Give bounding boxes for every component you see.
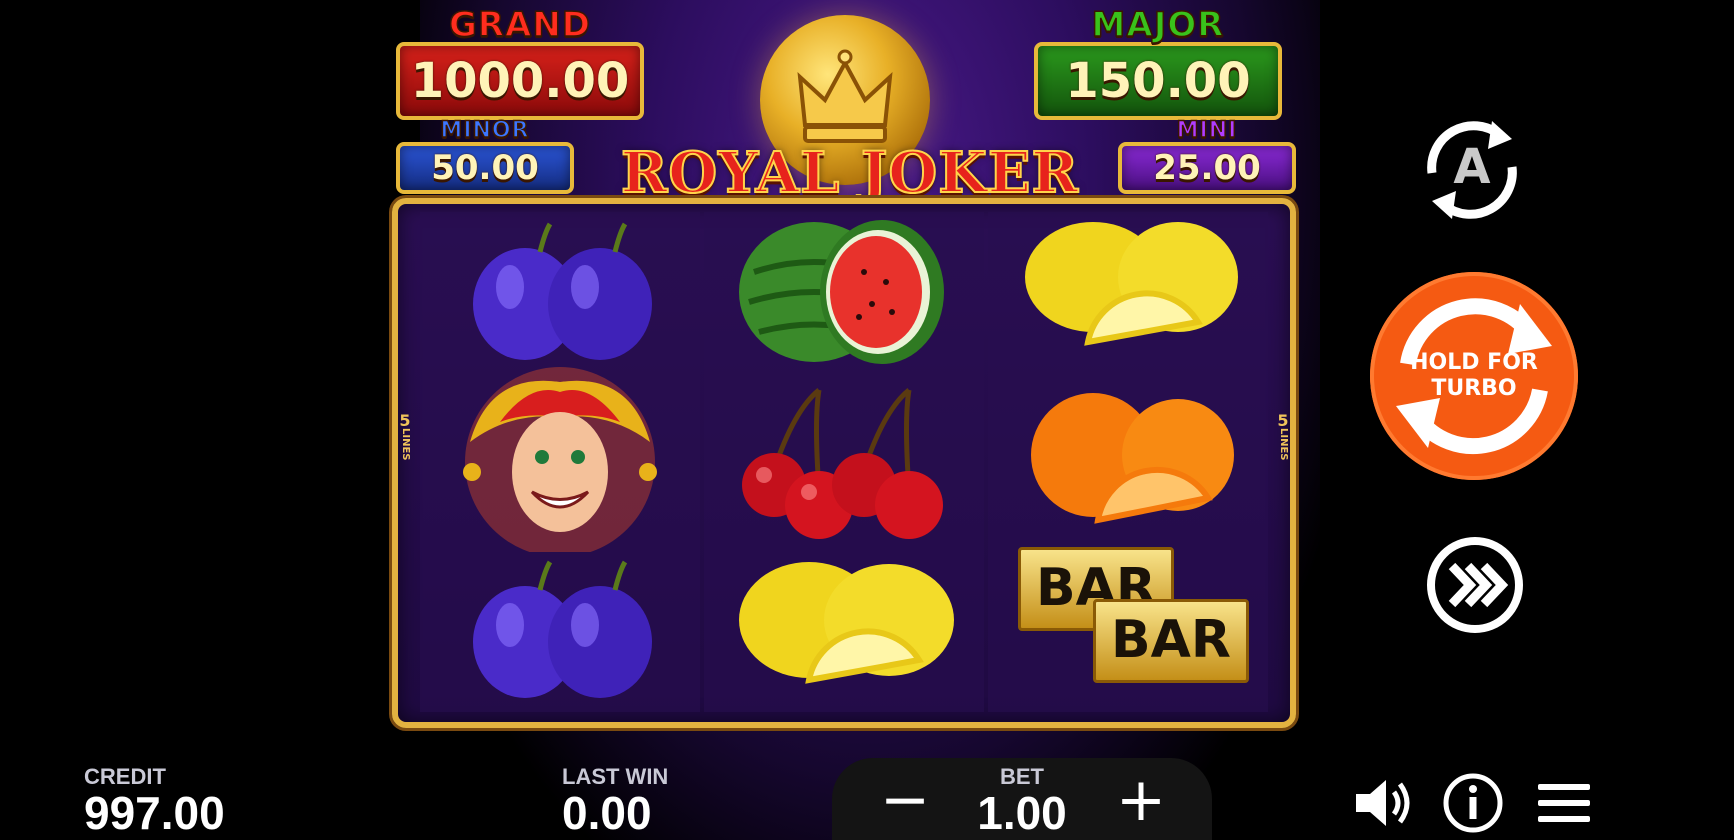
- jackpot-grand: GRAND 1000.00: [396, 5, 644, 120]
- spin-label-line1: HOLD FOR: [1410, 350, 1538, 375]
- spin-label: HOLD FOR TURBO: [1370, 350, 1578, 402]
- jackpot-mini-value: 25.00: [1118, 142, 1296, 194]
- info-button[interactable]: [1440, 770, 1506, 836]
- game-logo: ROYAL JOKER: [620, 139, 1080, 207]
- info-icon: [1443, 773, 1503, 833]
- last-win-value: 0.00: [562, 787, 652, 839]
- jackpot-minor-label: MINOR: [440, 118, 530, 143]
- plum-symbol: [430, 550, 690, 710]
- fast-forward-icon: [1427, 537, 1523, 633]
- speaker-icon: [1356, 780, 1410, 826]
- jackpot-minor-value: 50.00: [396, 142, 574, 194]
- jackpot-mini: MINI 25.00: [1118, 118, 1296, 194]
- reel-3: BAR BAR: [988, 212, 1268, 712]
- autoplay-button[interactable]: A: [1412, 113, 1532, 225]
- hamburger-menu-icon: [1538, 784, 1590, 822]
- jackpot-grand-value: 1000.00: [396, 42, 644, 120]
- watermelon-symbol: [714, 212, 974, 372]
- lines-count: 5: [399, 411, 411, 430]
- bar-tile-bottom: BAR: [1093, 599, 1249, 683]
- lemon-symbol: [998, 212, 1258, 372]
- sound-button[interactable]: [1350, 770, 1416, 836]
- orange-symbol: [998, 380, 1258, 540]
- cherry-symbol: [714, 380, 974, 540]
- lemon-symbol: [714, 550, 974, 710]
- joker-symbol: [430, 362, 690, 557]
- plum-symbol: [430, 212, 690, 372]
- lines-word: LINES: [400, 428, 411, 461]
- reel-1: [420, 212, 700, 712]
- lines-indicator-right: 5 LINES: [1274, 411, 1292, 464]
- lines-indicator-left: 5 LINES: [396, 411, 414, 464]
- lines-word: LINES: [1278, 428, 1289, 461]
- jackpot-major: MAJOR 150.00: [1034, 5, 1282, 120]
- lines-count: 5: [1277, 411, 1289, 430]
- credit-value: 997.00: [84, 787, 225, 839]
- jackpot-major-value: 150.00: [1034, 42, 1282, 120]
- game-screen: GRAND 1000.00 MAJOR 150.00 MINOR 50.00 M…: [0, 0, 1734, 840]
- bar-text: BAR: [1111, 610, 1231, 670]
- turbo-button[interactable]: [1426, 536, 1524, 634]
- reel-2: [704, 212, 984, 712]
- jackpot-grand-label: GRAND: [448, 5, 592, 45]
- spin-label-line2: TURBO: [1431, 376, 1517, 401]
- reel-area: 5 LINES 5 LINES BAR BAR: [392, 198, 1296, 728]
- menu-button[interactable]: [1532, 770, 1598, 836]
- bet-control: − BET 1.00 +: [832, 758, 1212, 840]
- jackpot-mini-label: MINI: [1176, 118, 1238, 143]
- jackpot-major-label: MAJOR: [1091, 5, 1225, 45]
- spin-button[interactable]: HOLD FOR TURBO: [1370, 272, 1578, 480]
- autoplay-letter: A: [1453, 139, 1491, 195]
- bet-increase-button[interactable]: +: [1098, 762, 1184, 838]
- bar-symbol: BAR BAR: [998, 547, 1258, 707]
- jackpot-minor: MINOR 50.00: [396, 118, 574, 194]
